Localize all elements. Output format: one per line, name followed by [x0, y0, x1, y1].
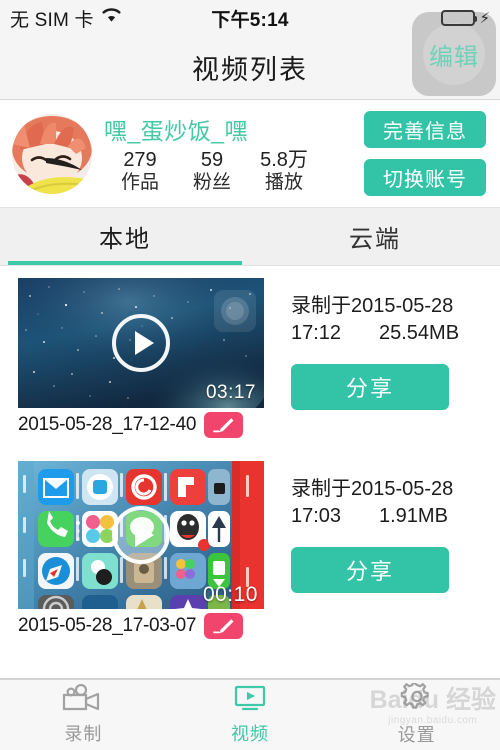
segment-tabs: 本地 云端: [0, 208, 500, 266]
complete-profile-button[interactable]: 完善信息: [364, 111, 486, 148]
video-list-item[interactable]: 00:10 2015-05-28_17-03-07 录制于2015-05-28 …: [0, 442, 500, 643]
page-title: 视频列表: [192, 55, 308, 85]
thumbnail-column: 03:17 2015-05-28_17-12-40: [18, 278, 264, 442]
stat-value: 59: [200, 149, 224, 172]
status-bar-right: ⚡: [441, 10, 490, 26]
thumbnail-column: 00:10 2015-05-28_17-03-07: [18, 461, 264, 643]
recorded-time: 17:12: [291, 322, 342, 344]
play-button[interactable]: [112, 314, 170, 372]
avatar[interactable]: [12, 113, 92, 194]
profile-actions: 完善信息 切换账号: [364, 111, 486, 196]
video-meta: 录制于2015-05-28 17:12 25.54MB 分享: [264, 278, 490, 442]
stat-label: 粉丝: [192, 172, 231, 194]
battery-full-icon: [441, 10, 478, 26]
video-meta: 录制于2015-05-28 17:03 1.91MB 分享: [264, 461, 490, 643]
pencil-icon[interactable]: [204, 613, 244, 639]
stat-label: 作品: [120, 172, 159, 194]
stat-fans: 59 粉丝: [176, 149, 248, 195]
profile-info: 嘿_蛋炒饭_嘿 279 作品 59 粉丝 5.8万 播放: [92, 112, 364, 195]
filename-row: 2015-05-28_17-12-40: [18, 408, 264, 442]
profile-section: 嘿_蛋炒饭_嘿 279 作品 59 粉丝 5.8万 播放 完善信息 切换账号: [0, 100, 500, 208]
tabbar-item-record[interactable]: 录制: [0, 680, 167, 750]
video-list-item[interactable]: 03:17 2015-05-28_17-12-40 录制于2015-05-28 …: [0, 266, 500, 442]
recorded-date: 录制于2015-05-28: [291, 295, 454, 317]
username-label: 嘿_蛋炒饭_嘿: [104, 118, 249, 145]
video-filename: 2015-05-28_17-03-07: [18, 615, 197, 636]
tabbar-item-settings[interactable]: 设置: [333, 680, 500, 750]
video-list[interactable]: 03:17 2015-05-28_17-12-40 录制于2015-05-28 …: [0, 266, 500, 678]
pencil-icon[interactable]: [204, 412, 244, 438]
edit-button-label: 编辑: [429, 43, 479, 71]
recorded-time-size: 17:03 1.91MB: [291, 503, 490, 530]
navigation-bar: 视频列表 编辑: [0, 12, 500, 100]
video-filename: 2015-05-28_17-12-40: [18, 414, 197, 435]
play-button[interactable]: [112, 506, 170, 564]
profile-stats: 279 作品 59 粉丝 5.8万 播放: [104, 149, 364, 195]
tabbar-label: 设置: [397, 725, 436, 745]
stat-plays: 5.8万 播放: [248, 149, 320, 195]
video-duration: 00:10: [202, 583, 258, 606]
video-thumbnail-starry[interactable]: 03:17: [18, 278, 264, 408]
filename-row: 2015-05-28_17-03-07: [18, 609, 264, 643]
video-camera-icon: [61, 683, 105, 717]
file-size: 1.91MB: [379, 505, 448, 527]
switch-account-button[interactable]: 切换账号: [364, 159, 486, 196]
tabbar-item-video[interactable]: 视频: [167, 680, 334, 750]
app-screen: 无 SIM 卡 下午5:14 ⚡ 视频列表 编辑 嘿_蛋炒饭_嘿 279 作品 …: [0, 0, 500, 750]
stat-value: 5.8万: [260, 149, 308, 172]
share-button[interactable]: 分享: [291, 364, 449, 410]
video-thumbnail-homescreen[interactable]: 00:10: [18, 461, 264, 609]
stat-works: 279 作品: [104, 149, 176, 195]
recorded-date: 录制于2015-05-28: [291, 478, 454, 500]
gear-icon: [399, 680, 435, 718]
recorded-time-size: 17:12 25.54MB: [291, 320, 490, 347]
tabbar-label: 录制: [64, 724, 103, 744]
tab-local[interactable]: 本地: [0, 208, 250, 265]
tabbar-label: 视频: [231, 724, 269, 744]
lightning-bolt-icon: ⚡: [479, 9, 490, 27]
recorded-time: 17:03: [291, 505, 342, 527]
file-size: 25.54MB: [379, 322, 460, 344]
share-button[interactable]: 分享: [291, 547, 449, 593]
bottom-tab-bar: 录制 视频 设置: [0, 678, 500, 750]
stat-value: 279: [123, 149, 157, 172]
stat-label: 播放: [264, 172, 303, 194]
tab-cloud[interactable]: 云端: [250, 208, 500, 265]
monitor-play-icon: [230, 684, 270, 717]
video-duration: 03:17: [205, 382, 256, 403]
